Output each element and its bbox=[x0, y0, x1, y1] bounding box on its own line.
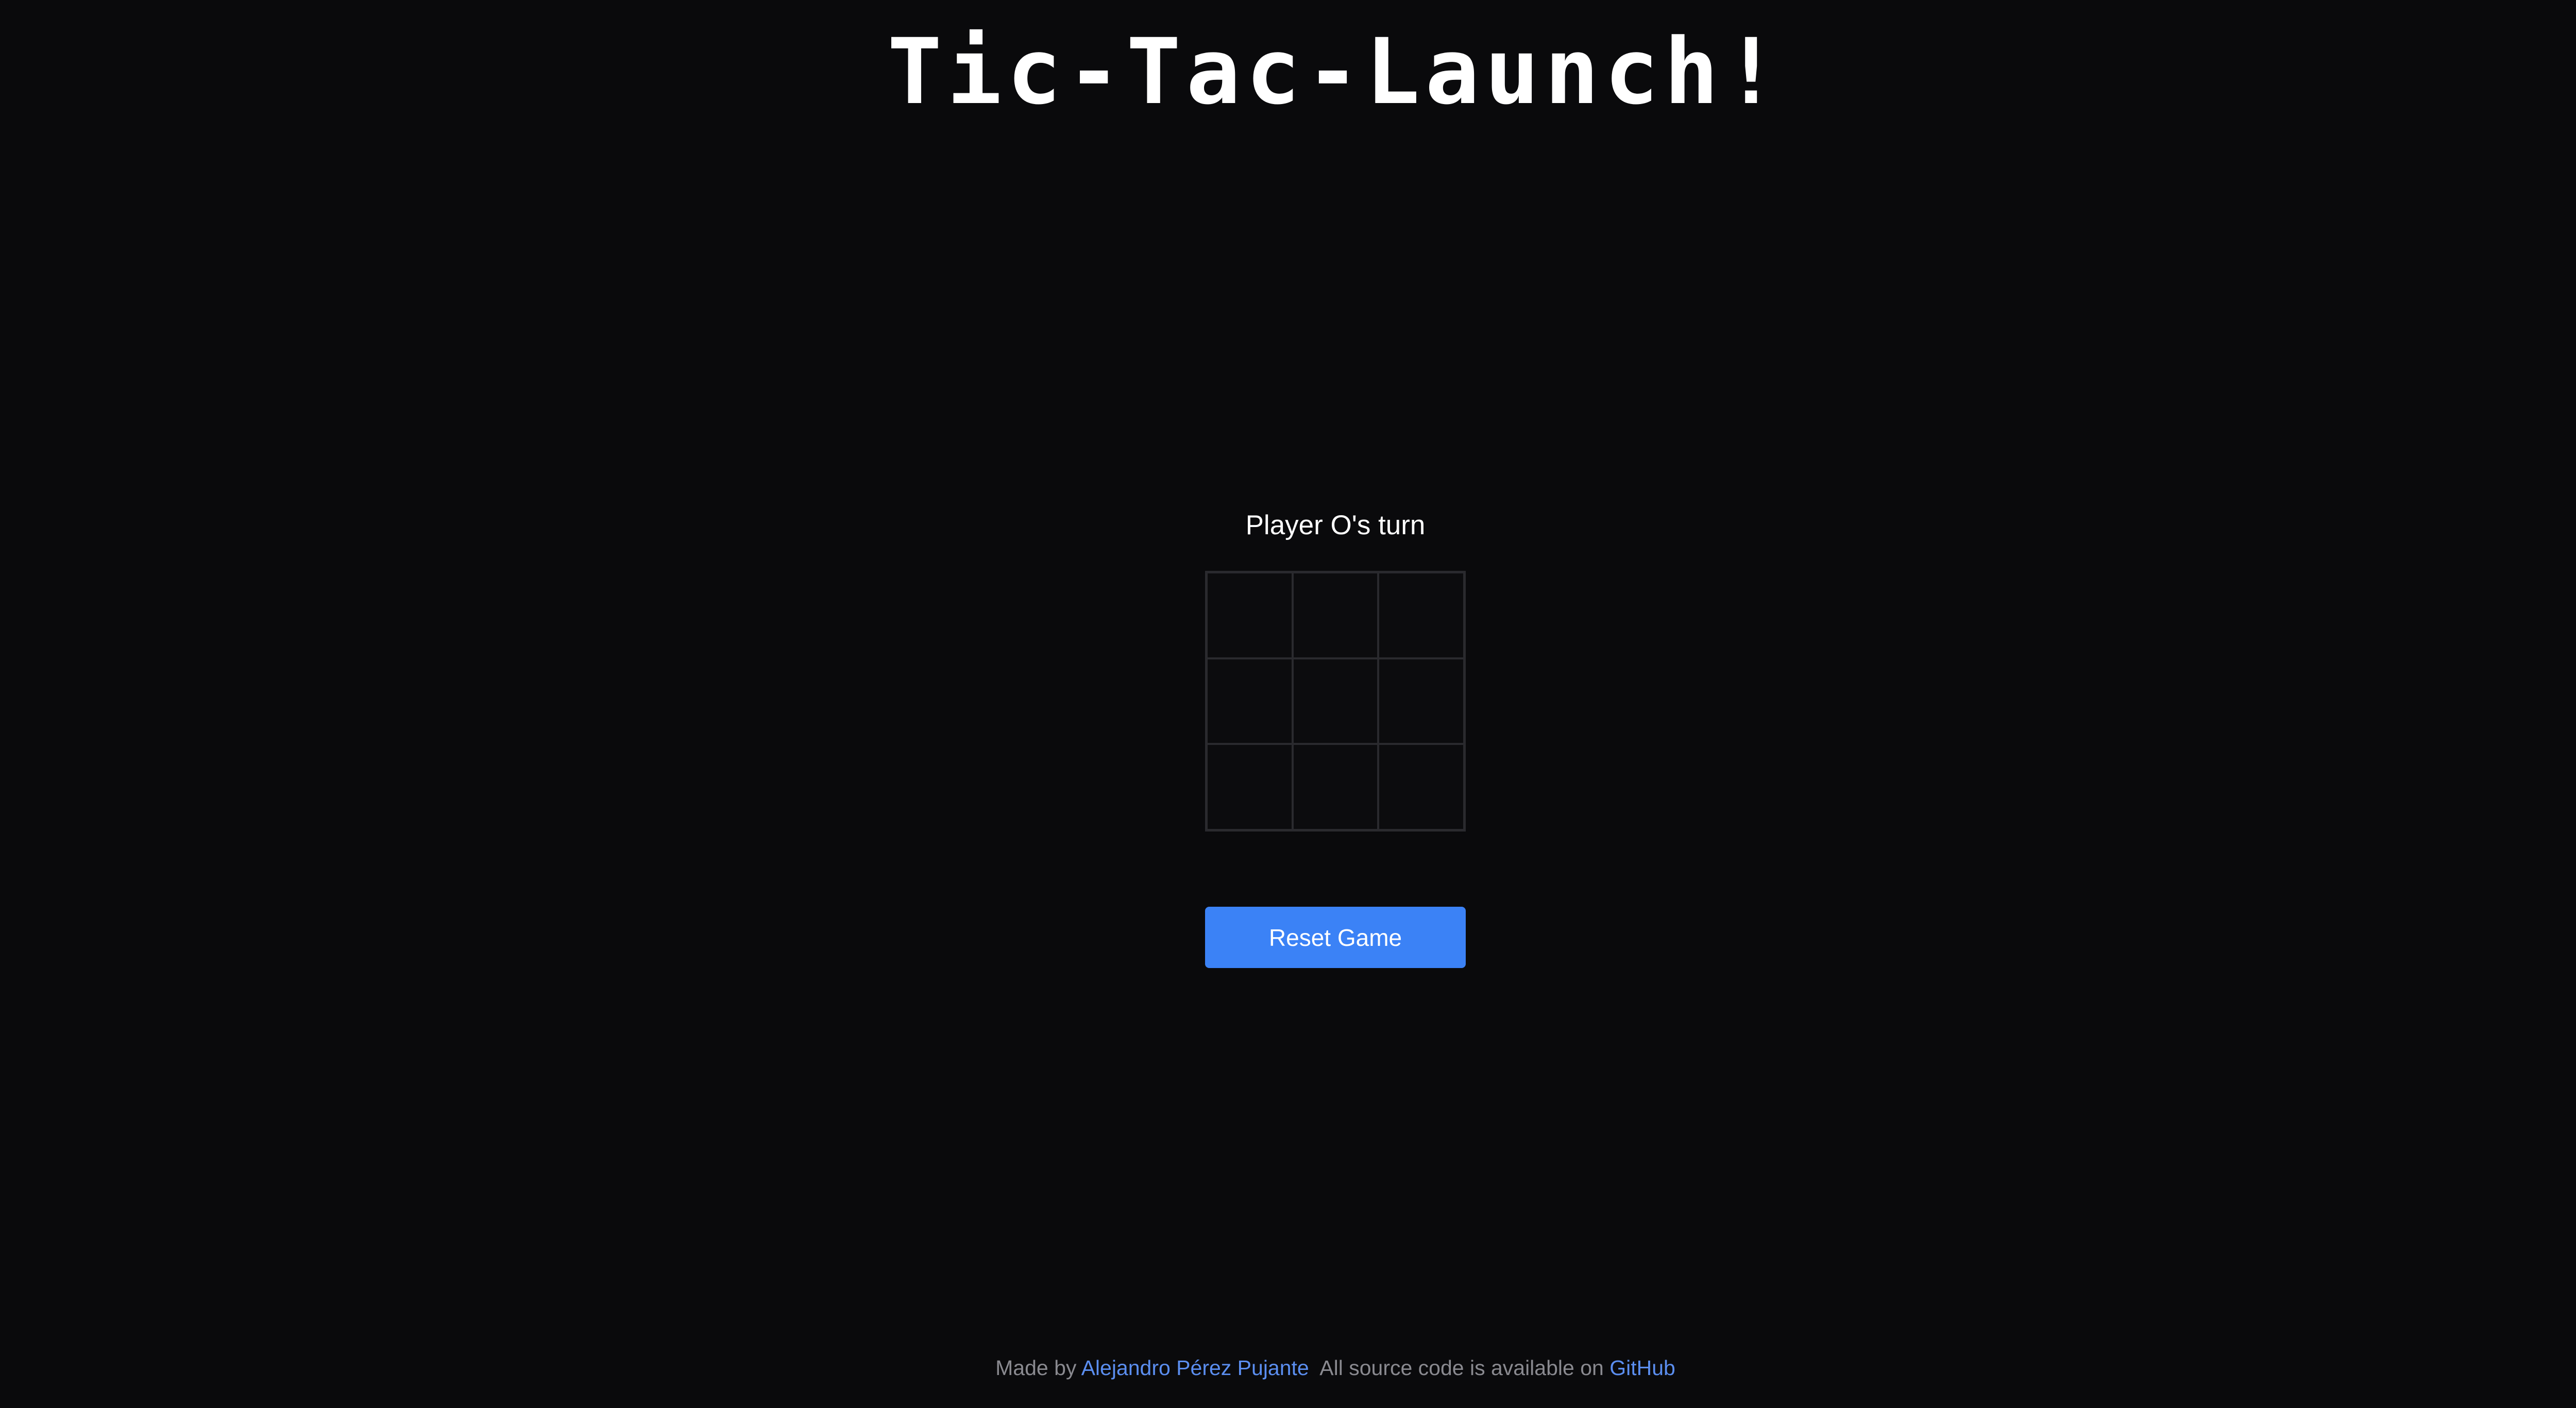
board-cell-9[interactable] bbox=[1378, 744, 1464, 830]
github-link[interactable]: GitHub bbox=[1609, 1356, 1675, 1380]
page: Tic-Tac-Launch! Player O's turn Reset Ga… bbox=[0, 0, 2576, 1408]
board-cell-1[interactable] bbox=[1207, 572, 1293, 658]
turn-status: Player O's turn bbox=[1245, 510, 1426, 540]
footer: Made by Alejandro Pérez Pujante All sour… bbox=[0, 1352, 2576, 1383]
reset-game-button[interactable]: Reset Game bbox=[1205, 907, 1466, 968]
footer-made-by: Made by bbox=[995, 1356, 1077, 1380]
game-board bbox=[1205, 571, 1466, 832]
board-cell-8[interactable] bbox=[1292, 744, 1379, 830]
board-cell-4[interactable] bbox=[1207, 658, 1293, 744]
board-cell-3[interactable] bbox=[1378, 572, 1464, 658]
author-link[interactable]: Alejandro Pérez Pujante bbox=[1081, 1356, 1309, 1380]
page-title: Tic-Tac-Launch! bbox=[887, 19, 1784, 125]
board-cell-6[interactable] bbox=[1378, 658, 1464, 744]
board-cell-5[interactable] bbox=[1292, 658, 1379, 744]
footer-source-text: All source code is available on bbox=[1319, 1356, 1604, 1380]
board-cell-7[interactable] bbox=[1207, 744, 1293, 830]
board-cell-2[interactable] bbox=[1292, 572, 1379, 658]
